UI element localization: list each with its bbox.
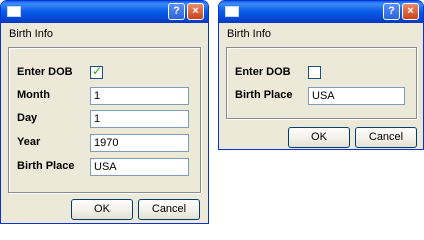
- help-button[interactable]: ?: [383, 3, 400, 20]
- month-field[interactable]: 1: [90, 87, 189, 105]
- checkmark-icon: ✓: [92, 64, 103, 78]
- ok-button[interactable]: OK: [288, 127, 350, 148]
- year-label: Year: [17, 136, 41, 148]
- birth-info-group: Enter DOB Birth Place USA: [226, 47, 417, 119]
- cancel-button[interactable]: Cancel: [355, 127, 417, 148]
- window-icon: [7, 6, 21, 17]
- enter-dob-checkbox[interactable]: [308, 66, 321, 79]
- window-icon: [225, 6, 239, 17]
- day-label: Day: [17, 112, 38, 124]
- birth-info-dialog-full: ? × Birth Info Enter DOB ✓ Month 1 Day 1…: [0, 0, 209, 224]
- enter-dob-checkbox[interactable]: ✓: [90, 64, 103, 79]
- year-field[interactable]: 1970: [90, 134, 189, 152]
- enter-dob-label: Enter DOB: [17, 66, 73, 78]
- birth-info-dialog-compact: ? × Birth Info Enter DOB Birth Place USA…: [218, 0, 424, 150]
- title-bar[interactable]: ? ×: [1, 1, 208, 23]
- birth-info-group: Enter DOB ✓ Month 1 Day 1 Year 1970 Birt…: [8, 47, 201, 193]
- close-button[interactable]: ×: [187, 3, 204, 20]
- dialog-caption: Birth Info: [9, 28, 54, 40]
- close-button[interactable]: ×: [402, 3, 419, 20]
- ok-button[interactable]: OK: [71, 199, 133, 220]
- birth-place-label: Birth Place: [17, 160, 75, 172]
- help-button[interactable]: ?: [168, 3, 185, 20]
- birth-place-field[interactable]: USA: [90, 158, 189, 176]
- dialog-caption: Birth Info: [227, 28, 272, 40]
- title-bar[interactable]: ? ×: [219, 1, 423, 23]
- enter-dob-label: Enter DOB: [235, 66, 291, 78]
- month-label: Month: [17, 89, 50, 101]
- day-field[interactable]: 1: [90, 110, 189, 128]
- birth-place-label: Birth Place: [235, 89, 293, 101]
- cancel-button[interactable]: Cancel: [138, 199, 200, 220]
- birth-place-field[interactable]: USA: [308, 87, 405, 105]
